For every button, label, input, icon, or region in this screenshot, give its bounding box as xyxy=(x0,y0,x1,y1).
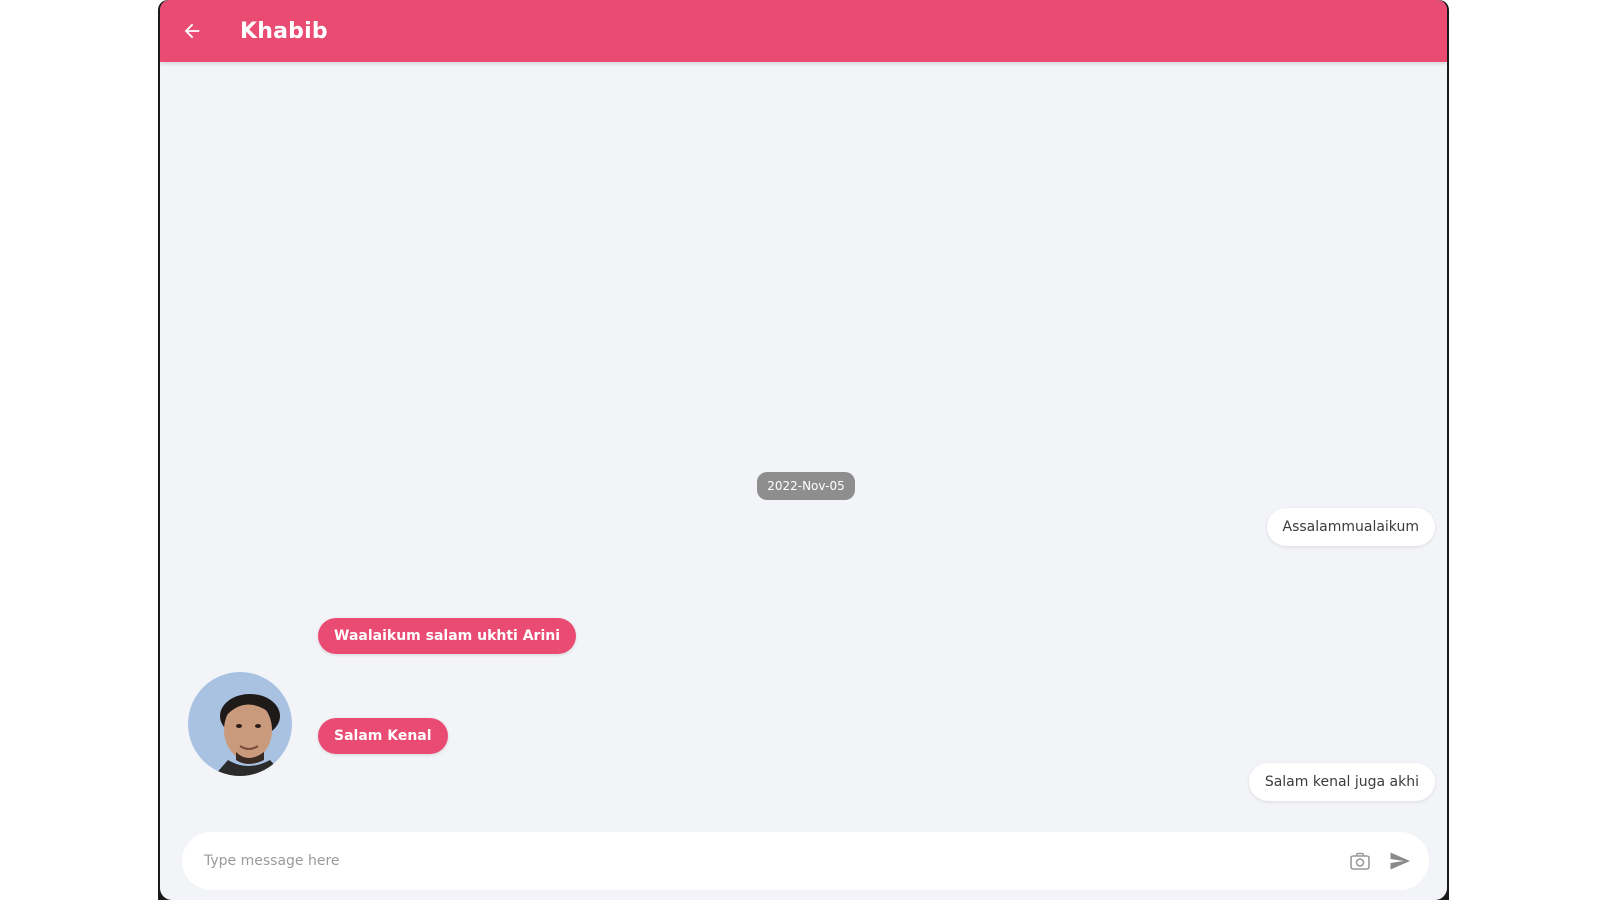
camera-icon xyxy=(1350,852,1370,870)
send-icon xyxy=(1390,852,1410,870)
avatar[interactable] xyxy=(188,672,292,776)
chat-title: Khabib xyxy=(240,18,328,44)
app-bar: Khabib xyxy=(160,0,1447,62)
send-button[interactable] xyxy=(1383,844,1417,878)
message-list[interactable]: 2022-Nov-05 Assalammualaikum Waalaikum s… xyxy=(160,62,1447,900)
message-bubble-incoming[interactable]: Waalaikum salam ukhti Arini xyxy=(318,618,577,654)
avatar-image xyxy=(188,672,292,776)
message-bubble-outgoing[interactable]: Assalammualaikum xyxy=(1266,508,1435,546)
message-bubble-outgoing[interactable]: Salam kenal juga akhi xyxy=(1248,763,1435,801)
arrow-left-icon xyxy=(184,23,200,39)
back-button[interactable] xyxy=(172,11,212,51)
message-composer xyxy=(182,832,1429,890)
chat-screen: Khabib 2022-Nov-05 Assalammualaikum Waal… xyxy=(160,0,1447,900)
message-bubble-incoming[interactable]: Salam Kenal xyxy=(318,718,448,754)
message-input[interactable] xyxy=(202,852,1343,870)
date-divider: 2022-Nov-05 xyxy=(757,472,855,500)
device-frame: Khabib 2022-Nov-05 Assalammualaikum Waal… xyxy=(158,0,1449,900)
camera-button[interactable] xyxy=(1343,844,1377,878)
